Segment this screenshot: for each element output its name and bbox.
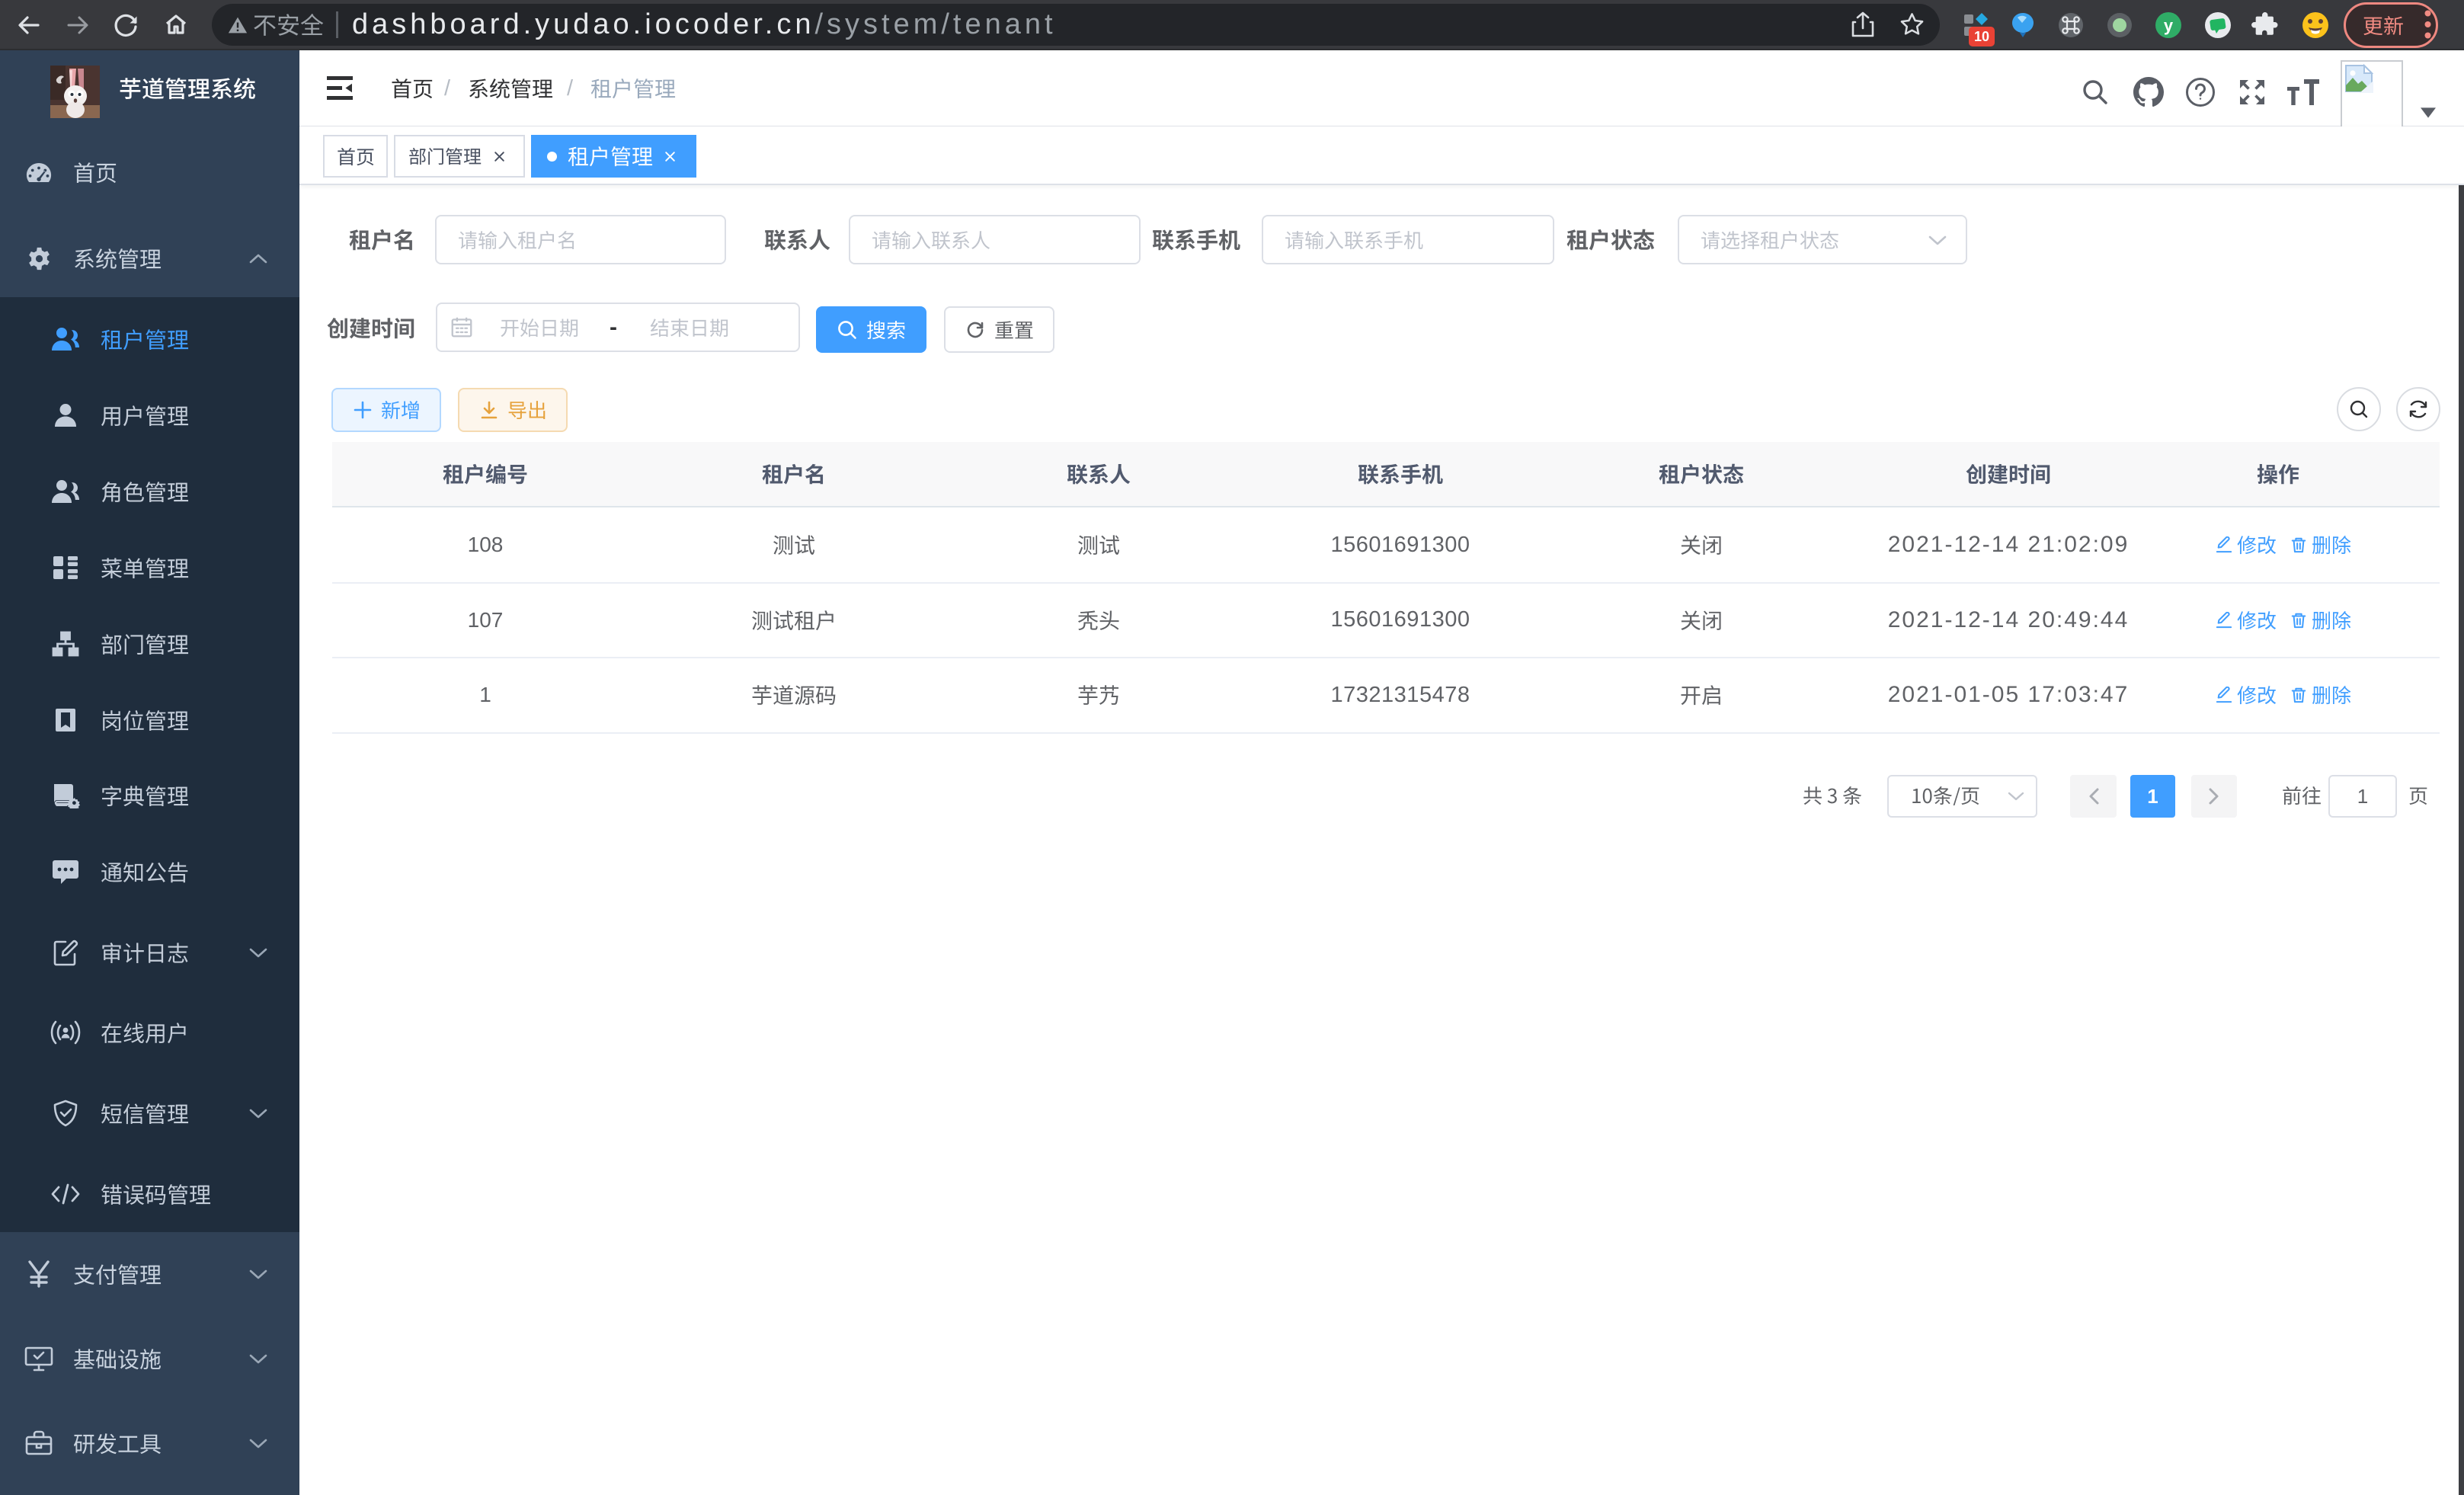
svg-text:y: y (2164, 16, 2174, 35)
